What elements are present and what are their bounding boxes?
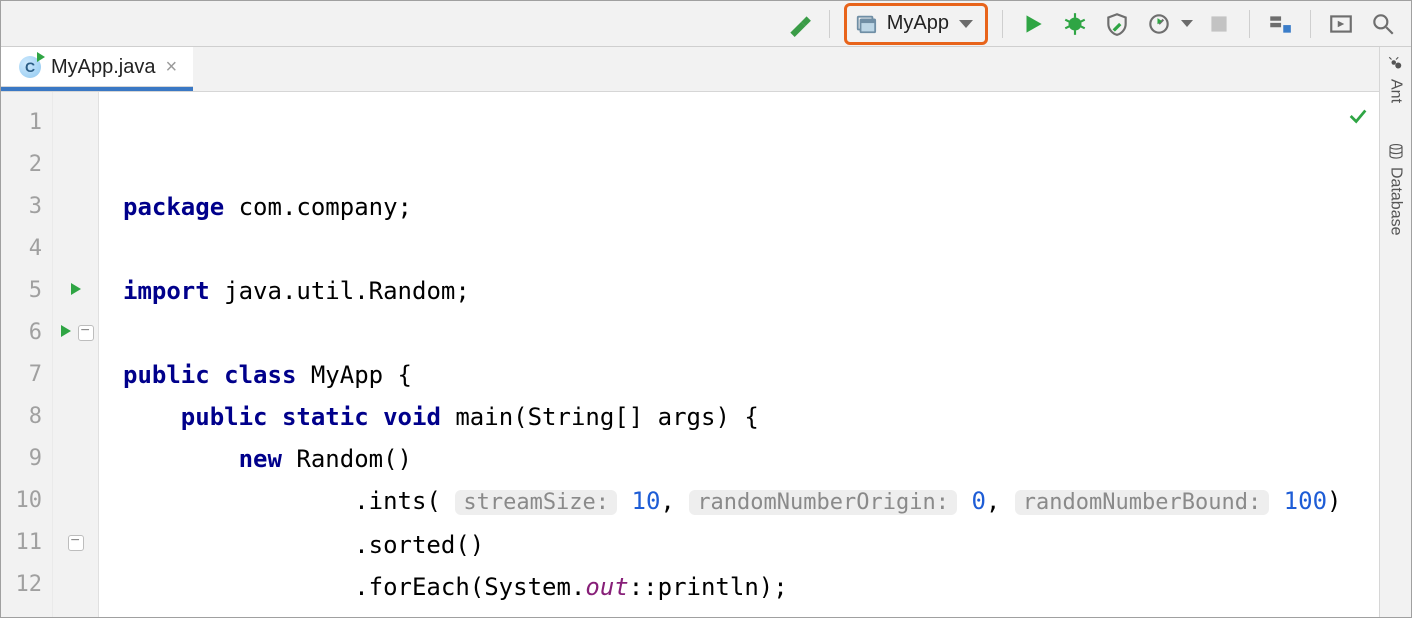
editor-column: C MyApp.java × 123 456 789 101112 packag… — [1, 47, 1379, 617]
search-everywhere-icon[interactable] — [1367, 8, 1399, 40]
database-tool-window-button[interactable]: Database — [1387, 143, 1405, 236]
chevron-down-icon — [959, 20, 973, 28]
java-class-icon: C — [19, 56, 41, 78]
stop-icon — [1203, 8, 1235, 40]
ant-icon — [1387, 55, 1405, 73]
run-icon[interactable] — [1017, 8, 1049, 40]
editor-tabs: C MyApp.java × — [1, 47, 1379, 92]
fold-toggle-icon[interactable] — [68, 535, 84, 551]
ant-label: Ant — [1387, 79, 1405, 103]
fold-toggle-icon[interactable] — [78, 325, 94, 341]
gutter-icons — [53, 92, 99, 617]
editor-tab[interactable]: C MyApp.java × — [1, 47, 193, 91]
project-structure-icon[interactable] — [1264, 8, 1296, 40]
debug-icon[interactable] — [1059, 8, 1091, 40]
main-area: C MyApp.java × 123 456 789 101112 packag… — [1, 47, 1411, 617]
inspection-ok-icon — [1347, 98, 1369, 140]
main-toolbar: MyApp — [1, 1, 1411, 47]
right-tool-rail: Ant Database — [1379, 47, 1411, 617]
close-tab-icon[interactable]: × — [166, 57, 178, 77]
coverage-icon[interactable] — [1101, 8, 1133, 40]
database-label: Database — [1387, 167, 1405, 236]
run-configuration-label: MyApp — [887, 12, 949, 35]
run-configuration-selector[interactable]: MyApp — [844, 3, 988, 45]
code-area[interactable]: package com.company; import java.util.Ra… — [99, 92, 1379, 617]
parameter-hint: randomNumberBound: — [1015, 490, 1269, 515]
line-number-gutter: 123 456 789 101112 — [1, 92, 53, 617]
toolbar-separator — [1002, 10, 1003, 38]
toolbar-separator — [1310, 10, 1311, 38]
parameter-hint: streamSize: — [455, 490, 617, 515]
editor-tab-label: MyApp.java — [51, 56, 156, 79]
toolbar-separator — [1249, 10, 1250, 38]
code-editor[interactable]: 123 456 789 101112 package com.company; … — [1, 92, 1379, 617]
ant-tool-window-button[interactable]: Ant — [1387, 55, 1405, 103]
toolbar-separator — [829, 10, 830, 38]
run-anything-icon[interactable] — [1325, 8, 1357, 40]
database-icon — [1387, 143, 1405, 161]
chevron-down-icon[interactable] — [1181, 20, 1193, 27]
run-line-marker-icon[interactable] — [58, 323, 74, 344]
parameter-hint: randomNumberOrigin: — [689, 490, 957, 515]
run-line-marker-icon[interactable] — [68, 281, 84, 302]
build-icon[interactable] — [783, 8, 815, 40]
profile-icon[interactable] — [1143, 8, 1175, 40]
application-icon — [855, 13, 877, 35]
